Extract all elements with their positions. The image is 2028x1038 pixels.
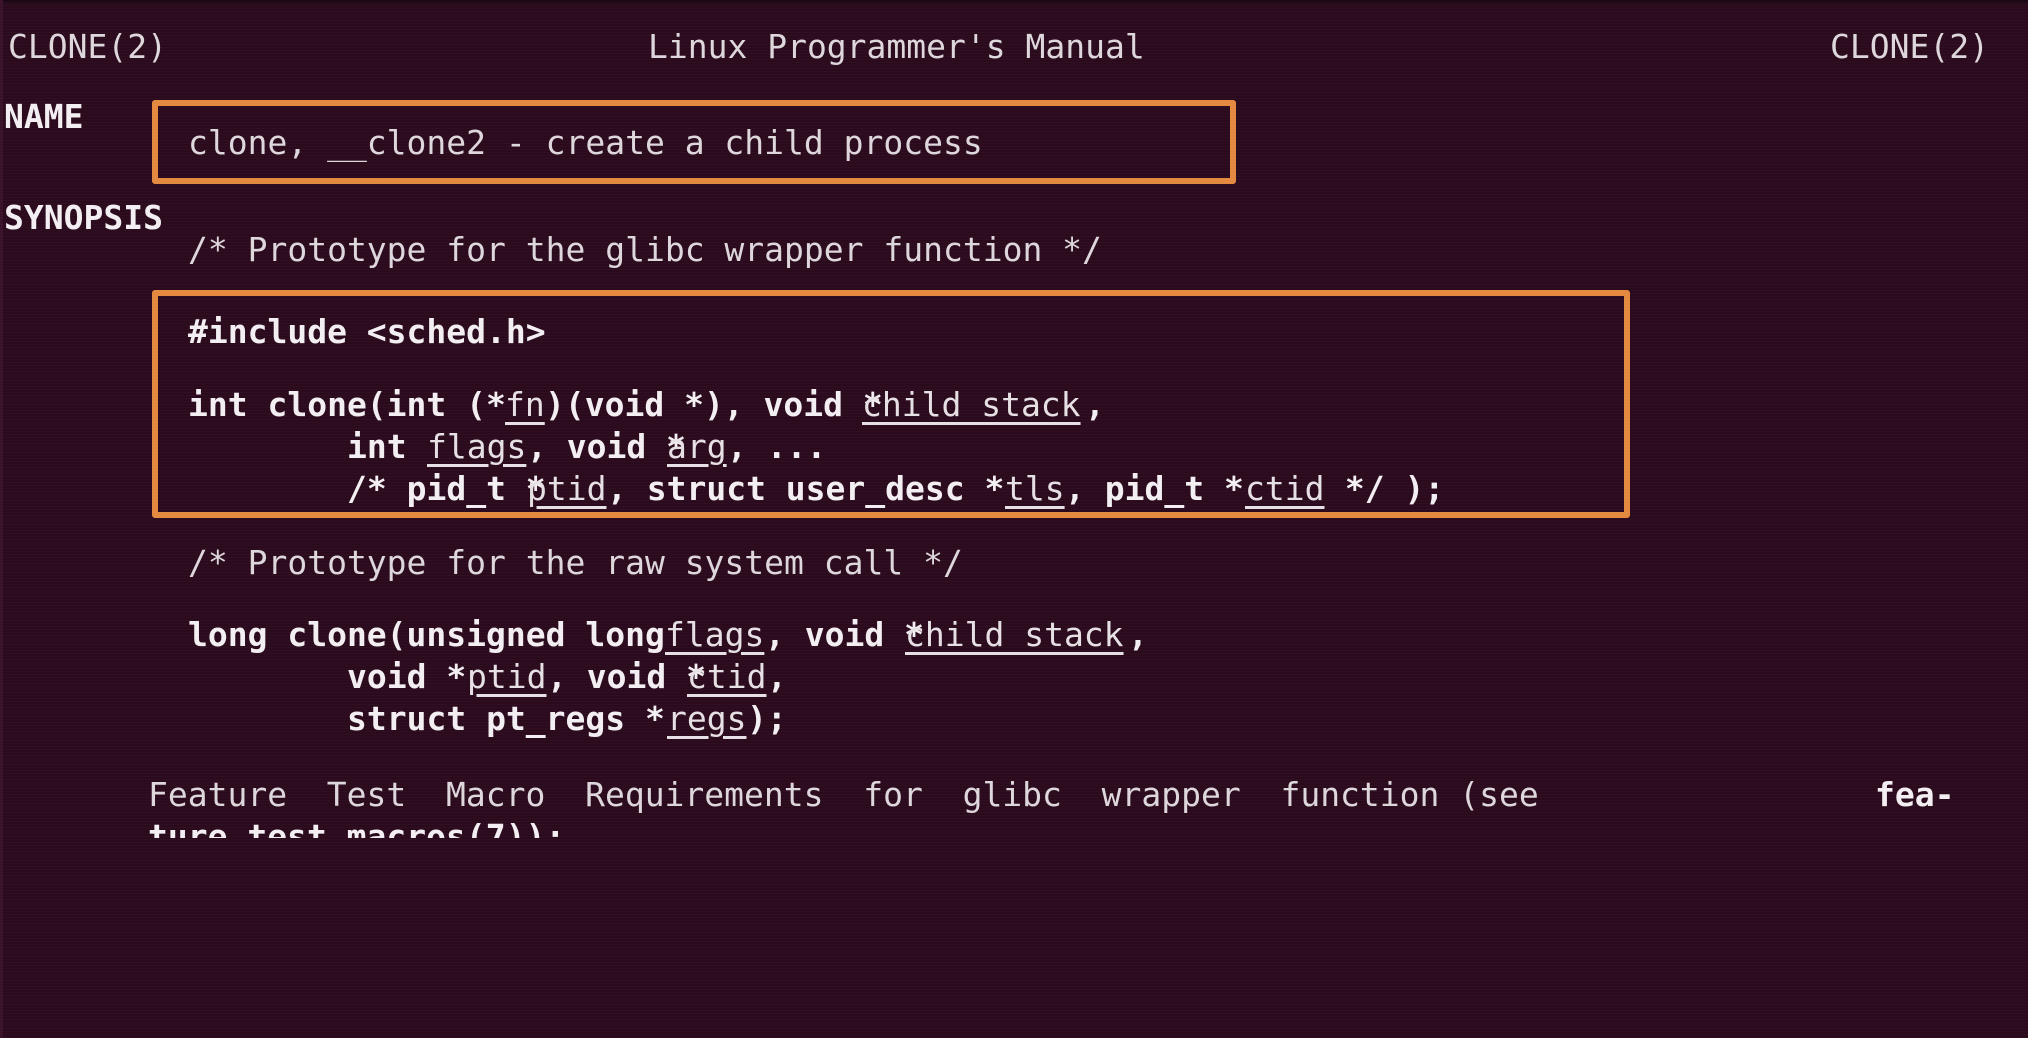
glibc-comment-row: /* Prototype for the glibc wrapper funct… [0,225,2028,275]
header-right: CLONE(2) [1830,27,1989,66]
terminal-window[interactable]: CLONE(2) Linux Programmer's Manual CLONE… [0,0,2028,1038]
terminal-top-edge [0,0,2028,3]
glibc-proto-3-d: */ ); [1325,469,1445,508]
raw-comment-row: /* Prototype for the raw system call */ [0,538,2028,588]
terminal-left-edge [0,0,3,1038]
glibc-proto-3-param-ctid: ctid [1245,469,1325,508]
comment-glibc-wrapper: /* Prototype for the glibc wrapper funct… [188,230,1102,269]
header-left: CLONE(2) [8,27,167,66]
man-header-row: CLONE(2) Linux Programmer's Manual CLONE… [0,22,2028,72]
raw-prototype-line-3: struct pt_regs * regs ); [0,694,2028,744]
include-row: #include <sched.h> [0,307,2028,357]
glibc-proto-3-param-ptid: ptid [527,469,607,508]
glibc-prototype-line-3: /* pid_t * ptid , struct user_desc * tls… [0,464,2028,514]
glibc-proto-3-a: /* pid_t * [347,469,546,508]
feature-test-macro-continuation-row: ture_test_macros(7)): [0,812,2028,838]
header-center: Linux Programmer's Manual [648,27,1145,66]
ftm-line-next-text: ture_test_macros(7)): [148,817,566,838]
raw-proto-3-param-regs: regs [667,699,747,738]
name-body-row: clone, __clone2 - create a child process [0,118,2028,168]
glibc-proto-3-c: , pid_t * [1065,469,1244,508]
name-body-text: clone, __clone2 - create a child process [188,123,983,162]
glibc-proto-3-param-tls: tls [1005,469,1065,508]
raw-proto-3-b: ); [747,699,787,738]
include-directive: #include <sched.h> [188,312,546,351]
glibc-proto-3-b: , struct user_desc * [607,469,1005,508]
raw-proto-3-a: struct pt_regs * [347,699,665,738]
comment-raw-syscall: /* Prototype for the raw system call */ [188,543,963,582]
